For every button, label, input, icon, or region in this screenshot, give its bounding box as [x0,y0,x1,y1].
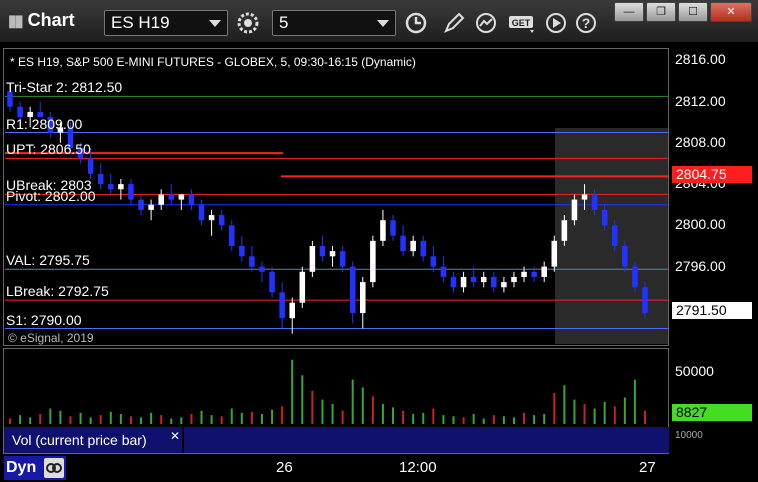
upt-price-tag: 2804.75 [672,166,752,183]
candle-body [218,215,225,226]
candle-body [521,271,527,277]
candle-body [410,240,416,252]
candle-body [470,276,477,283]
candle-body [309,246,316,272]
candle-body [531,271,537,277]
dyn-label: Dyn [6,459,37,476]
volume-axis-50000: 50000 [675,363,714,379]
price-chart [5,86,668,424]
volume-legend-label: Vol (current price bar) [12,432,147,448]
candle-body [148,204,154,210]
candle-body [601,209,608,226]
candle-body [480,276,487,283]
candle-body [208,215,215,221]
candle-body [239,246,245,257]
price-axis-tick: 2808.00 [675,133,726,150]
candle-body [491,276,497,288]
candle-body [561,220,568,241]
level-label-tri-star-2: Tri-Star 2: 2812.50 [6,79,123,96]
candle-body [642,287,648,314]
candle-body [450,276,457,288]
candle-body [108,184,114,190]
candle-body [551,240,558,267]
candle-body [501,282,507,288]
candle-body [349,266,356,314]
candle-body [460,276,467,288]
candle-body [198,204,205,221]
price-axis-tick: 2800.00 [675,216,726,233]
candle-body [440,266,447,277]
session-shade [555,128,668,344]
candle-body [370,240,376,283]
candle-body [138,199,144,210]
level-label-r1: R1: 2809.00 [6,115,83,132]
volume-legend-bar [184,427,669,453]
candle-body [158,194,164,205]
candle-body [118,184,124,190]
volume-axis-10000: 10000 [675,430,703,441]
level-label-val: VAL: 2795.75 [6,252,90,269]
candle-body [87,158,94,174]
candle-body [249,256,255,267]
time-axis-26: 26 [276,459,293,476]
candle-body [581,194,588,200]
candle-body [632,266,638,288]
volume-tag: 8827 [672,404,752,421]
candle-body [168,194,175,200]
candle-body [128,184,134,200]
last-price-tag: 2791.50 [672,302,752,319]
candle-body [178,194,185,200]
candle-body [622,246,628,267]
candle-body [511,276,517,283]
candle-body [329,251,336,257]
candle-body [289,302,295,319]
candle-body [390,220,396,236]
candle-body [611,225,618,246]
level-label-s1: S1: 2790.00 [6,311,82,328]
price-axis-tick: 2816.00 [675,51,726,68]
candle-body [188,194,195,205]
candle-body [299,271,306,303]
candle-body [591,194,598,210]
link-icon[interactable] [44,458,64,478]
candle-body [541,266,547,277]
candle-body [319,246,326,257]
candle-body [259,266,265,272]
candle-body [380,220,386,241]
price-axis-tick: 2796.00 [675,257,726,274]
price-axis-tick: 2812.00 [675,92,726,109]
candle-body [339,251,346,267]
time-axis-1200: 12:00 [399,459,437,476]
candle-body [430,256,437,267]
candle-body [400,235,406,252]
level-label-lbreak: LBreak: 2792.75 [6,283,109,300]
copyright-label: © eSignal, 2019 [8,331,94,345]
candle-body [269,271,275,293]
candle-body [97,173,104,185]
candle-body [571,199,578,221]
level-label-pivot: Pivot: 2802.00 [6,187,96,204]
candle-body [360,282,366,314]
candle-body [420,240,427,257]
candle-body [279,292,285,319]
close-icon[interactable]: ✕ [170,429,180,443]
level-label-upt: UPT: 2806.50 [6,141,91,158]
chart-header: * ES H19, S&P 500 E-MINI FUTURES - GLOBE… [10,55,416,69]
candle-body [228,225,235,246]
time-axis-27: 27 [639,459,656,476]
